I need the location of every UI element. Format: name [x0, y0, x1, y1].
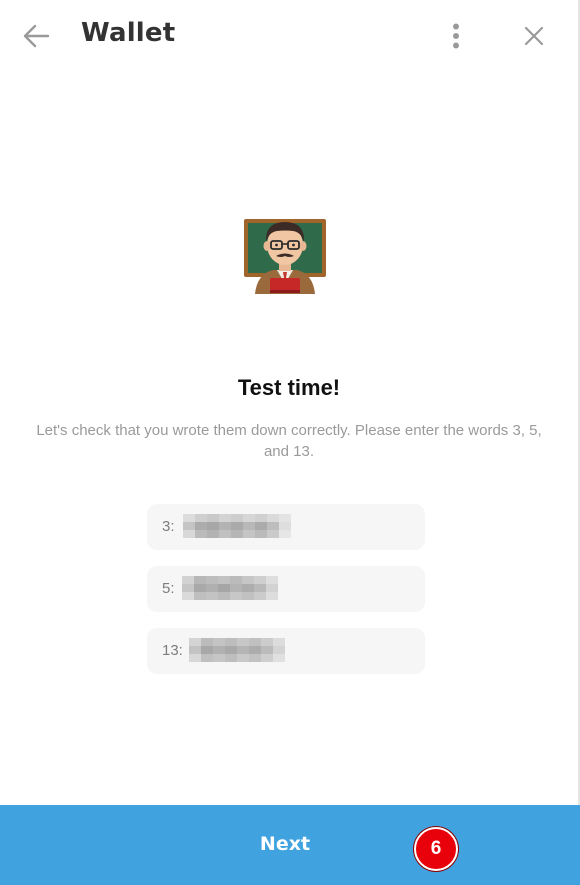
word-13-field[interactable]: 13: [147, 628, 425, 674]
step-badge: 6 [414, 827, 458, 871]
word-3-redacted-value [183, 514, 291, 538]
word-13-label: 13: [162, 642, 183, 659]
header: Wallet [0, 0, 578, 72]
next-button-label: Next [259, 833, 311, 855]
back-button[interactable] [16, 18, 56, 54]
test-heading: Test time! [237, 375, 341, 400]
teacher-icon [244, 219, 326, 294]
teacher-emoji-illustration [243, 210, 327, 294]
arrow-left-icon [23, 24, 50, 48]
word-5-label: 5: [162, 580, 175, 597]
word-3-field[interactable]: 3: [147, 504, 425, 550]
word-5-field[interactable]: 5: [147, 566, 425, 612]
more-vertical-icon [453, 23, 459, 49]
word-13-redacted-value [189, 638, 285, 662]
word-3-label: 3: [162, 518, 175, 535]
next-button[interactable]: Next 6 [0, 805, 580, 885]
word-5-redacted-value [182, 576, 278, 600]
test-description: Let's check that you wrote them down cor… [36, 422, 542, 460]
more-menu-button[interactable] [436, 16, 476, 56]
wallet-page: Wallet Test time! Let's check that you w… [0, 0, 580, 885]
close-icon [524, 26, 544, 46]
page-title: Wallet [81, 18, 176, 48]
close-button[interactable] [514, 16, 554, 56]
